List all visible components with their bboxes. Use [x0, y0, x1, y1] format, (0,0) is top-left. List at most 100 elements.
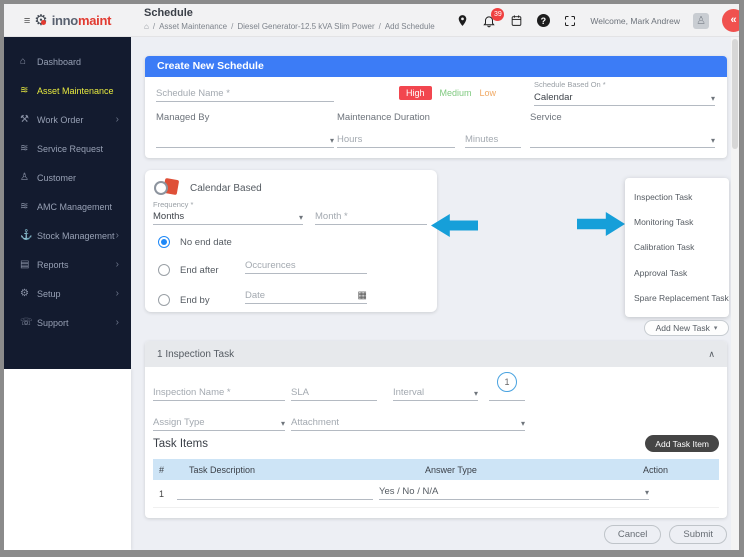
add-task-item-button[interactable]: Add Task Item [645, 435, 719, 452]
priority-low-button[interactable]: Low [480, 88, 497, 98]
inspection-name-input[interactable] [153, 387, 285, 398]
fullscreen-icon[interactable] [563, 14, 577, 28]
schedule-based-on-value: Calendar [534, 92, 573, 103]
task-items-table: # Task Description Answer Type Action 1 … [153, 459, 719, 508]
sidebar-label: AMC Management [37, 201, 113, 212]
attachment-placeholder: Attachment [291, 417, 340, 428]
chevron-right-icon: › [115, 288, 119, 299]
menu-item-calibration-task[interactable]: Calibration Task [625, 242, 729, 252]
sidebar-item-customer[interactable]: ♙ Customer [4, 163, 131, 192]
help-icon[interactable]: ? [536, 14, 550, 28]
breadcrumb-home-icon[interactable]: ⌂ [144, 22, 149, 31]
inspection-task-title: 1 Inspection Task [157, 348, 235, 360]
menu-item-approval-task[interactable]: Approval Task [625, 268, 729, 278]
schedule-based-on-select[interactable]: Calendar ▾ [534, 88, 715, 106]
brand-name: innomaint [51, 13, 112, 28]
task-items-title: Task Items [153, 438, 208, 450]
menu-item-inspection-task[interactable]: Inspection Task [625, 192, 729, 202]
chevron-down-icon: ▾ [473, 389, 478, 398]
frequency-value: Months [153, 211, 185, 222]
schedule-name-input[interactable] [156, 88, 334, 99]
priority-high-button[interactable]: High [399, 86, 432, 100]
calendar-icon[interactable] [509, 14, 523, 28]
submit-button[interactable]: Submit [669, 525, 727, 544]
sidebar-item-service-request[interactable]: ≋ Service Request [4, 134, 131, 163]
sidebar-item-amc-management[interactable]: ≋ AMC Management [4, 192, 131, 221]
add-new-task-button[interactable]: Add New Task ▾ [644, 320, 729, 336]
interval-select[interactable]: Interval ▾ [393, 383, 478, 401]
answer-type-value: Yes / No / N/A [379, 486, 439, 497]
menu-item-spare-replacement-task[interactable]: Spare Replacement Task [625, 293, 729, 303]
minutes-field[interactable] [465, 130, 521, 148]
occurrences-field[interactable] [245, 256, 367, 274]
sidebar-item-support[interactable]: ☏ Support › [4, 308, 131, 337]
table-header-row: # Task Description Answer Type Action [153, 459, 719, 480]
sla-field[interactable] [291, 383, 377, 401]
breadcrumb: ⌂ / Asset Maintenance / Diesel Generator… [144, 22, 435, 31]
chevron-down-icon: ▾ [713, 325, 718, 332]
card-header: Create New Schedule [145, 56, 727, 77]
breadcrumb-asset[interactable]: Diesel Generator-12.5 kVA Slim Power [237, 22, 374, 31]
no-end-date-radio[interactable] [158, 236, 170, 248]
interval-count-field[interactable] [489, 385, 525, 401]
scrollbar-thumb[interactable] [732, 39, 738, 149]
end-by-radio[interactable] [158, 294, 170, 306]
inspection-task-header[interactable]: 1 Inspection Task ∧ [145, 341, 727, 367]
row-number: 1 [159, 489, 165, 499]
sidebar-item-dashboard[interactable]: ⌂ Dashboard [4, 47, 131, 76]
task-description-field[interactable] [177, 482, 373, 500]
collapse-panel-button[interactable]: « [722, 9, 739, 32]
inspection-name-field[interactable] [153, 383, 285, 401]
add-task-dropdown-menu: Inspection Task Monitoring Task Calibrat… [625, 178, 729, 317]
chevron-right-icon: › [115, 230, 119, 241]
layers-icon: ≋ [20, 85, 29, 96]
hours-input[interactable] [337, 134, 455, 145]
add-new-task-label: Add New Task [655, 323, 710, 333]
sidebar-item-reports[interactable]: ▤ Reports › [4, 250, 131, 279]
hamburger-menu-icon[interactable]: ≡ [24, 15, 30, 27]
sla-input[interactable] [291, 387, 377, 398]
hours-field[interactable] [337, 130, 455, 148]
cancel-button[interactable]: Cancel [603, 525, 662, 544]
sidebar-label: Reports [37, 259, 69, 270]
managed-by-select[interactable]: ▾ [156, 130, 334, 148]
notification-badge: 39 [491, 7, 505, 21]
breadcrumb-asset-maintenance[interactable]: Asset Maintenance [159, 22, 227, 31]
sidebar-nav: ⌂ Dashboard ≋ Asset Maintenance ⚒ Work O… [4, 37, 131, 369]
sidebar-item-work-order[interactable]: ⚒ Work Order › [4, 105, 131, 134]
sidebar-item-asset-maintenance[interactable]: ≋ Asset Maintenance [4, 76, 131, 105]
notifications-bell-icon[interactable]: 39 [482, 7, 505, 28]
sidebar-label: Service Request [37, 143, 104, 154]
month-input[interactable] [315, 211, 427, 222]
end-date-input[interactable] [245, 290, 358, 301]
end-after-radio[interactable] [158, 264, 170, 276]
annotation-arrow-left [431, 214, 478, 237]
collapse-chevron-up-icon[interactable]: ∧ [708, 349, 715, 360]
frequency-select[interactable]: Months ▾ [153, 207, 303, 225]
table-row: 1 Yes / No / N/A ▾ [153, 480, 719, 508]
location-pin-icon[interactable] [455, 14, 469, 28]
user-avatar[interactable]: ♙ [693, 12, 709, 29]
occurrences-input[interactable] [245, 260, 367, 271]
chevron-down-icon: ▾ [298, 213, 303, 222]
service-select[interactable]: ▾ [530, 130, 715, 148]
gear-icon: ⚙ [20, 288, 29, 299]
priority-selector: High Medium Low [399, 86, 496, 100]
schedule-name-field[interactable] [156, 84, 334, 102]
calendar-clock-icon [154, 177, 182, 200]
minutes-input[interactable] [465, 134, 521, 145]
end-date-field[interactable]: ▦ [245, 286, 367, 304]
priority-medium-button[interactable]: Medium [440, 88, 472, 98]
menu-item-monitoring-task[interactable]: Monitoring Task [625, 217, 729, 227]
task-description-input[interactable] [177, 486, 373, 497]
annotation-arrow-right [577, 212, 625, 236]
vertical-scrollbar[interactable] [731, 37, 739, 550]
answer-type-select[interactable]: Yes / No / N/A ▾ [379, 482, 649, 500]
assign-type-select[interactable]: Assign Type ▾ [153, 413, 285, 431]
date-picker-icon[interactable]: ▦ [358, 290, 367, 301]
sidebar-item-setup[interactable]: ⚙ Setup › [4, 279, 131, 308]
month-field[interactable] [315, 207, 427, 225]
sidebar-item-stock-management[interactable]: ⚓ Stock Management › [4, 221, 131, 250]
attachment-select[interactable]: Attachment ▾ [291, 413, 525, 431]
calendar-based-title: Calendar Based [190, 183, 262, 194]
